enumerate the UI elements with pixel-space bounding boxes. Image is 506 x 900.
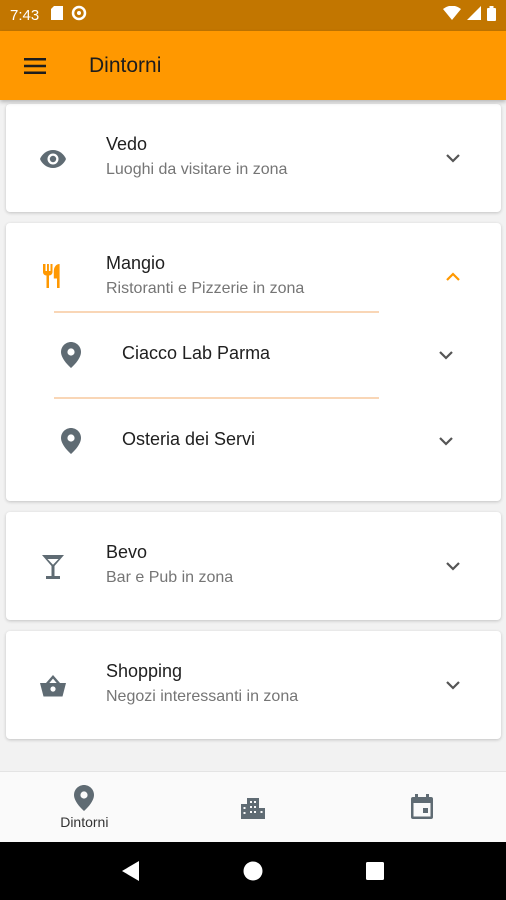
section-title: Vedo xyxy=(106,134,148,154)
bottom-navigation: Dintorni xyxy=(0,771,506,842)
calendar-icon xyxy=(410,794,433,819)
list-item-ciacco-lab-parma[interactable]: Ciacco Lab Parma xyxy=(6,320,501,390)
wifi-icon xyxy=(443,5,461,25)
section-subtitle: Bar e Pub in zona xyxy=(106,569,234,586)
chevron-up-icon xyxy=(441,265,465,289)
basket-icon xyxy=(38,671,68,701)
home-circle-icon xyxy=(243,861,263,881)
restaurant-icon xyxy=(38,261,68,291)
section-card-bevo: Bevo Bar e Pub in zona xyxy=(6,512,501,620)
signal-icon xyxy=(467,6,481,25)
sd-card-icon xyxy=(51,6,64,25)
divider xyxy=(54,311,379,313)
chevron-down-icon xyxy=(441,146,465,170)
section-title: Mangio xyxy=(106,253,166,273)
divider xyxy=(54,397,379,399)
location-pin-icon xyxy=(61,428,81,459)
menu-button[interactable] xyxy=(0,31,70,100)
hamburger-menu-icon xyxy=(24,57,46,74)
app-bar: Dintorni xyxy=(0,31,506,100)
city-icon xyxy=(241,798,265,819)
recents-square-icon xyxy=(366,862,385,880)
nav-item-dintorni[interactable]: Dintorni xyxy=(0,772,169,842)
data-saver-icon xyxy=(71,5,87,26)
nav-item-city[interactable] xyxy=(169,772,338,842)
section-subtitle: Ristoranti e Pizzerie in zona xyxy=(106,280,305,297)
section-subtitle: Luoghi da visitare in zona xyxy=(106,161,288,178)
location-pin-icon xyxy=(74,784,95,811)
chevron-down-icon xyxy=(441,554,465,578)
status-time: 7:43 xyxy=(10,7,40,24)
back-button[interactable] xyxy=(121,860,141,882)
section-title: Bevo xyxy=(106,542,148,562)
battery-icon xyxy=(487,5,496,26)
section-header-bevo[interactable]: Bevo Bar e Pub in zona xyxy=(6,512,501,620)
section-header-mangio[interactable]: Mangio Ristoranti e Pizzerie in zona xyxy=(6,223,501,311)
nav-item-label: Dintorni xyxy=(60,813,109,830)
section-card-vedo: Vedo Luoghi da visitare in zona xyxy=(6,104,501,212)
location-pin-icon xyxy=(61,342,81,373)
section-subtitle: Negozi interessanti in zona xyxy=(106,688,299,705)
page-title: Dintorni xyxy=(89,53,162,77)
section-header-vedo[interactable]: Vedo Luoghi da visitare in zona xyxy=(6,104,501,212)
chevron-down-icon xyxy=(434,343,458,367)
system-navigation-bar xyxy=(0,842,506,900)
nav-item-calendar[interactable] xyxy=(337,772,506,842)
list-item-label: Osteria dei Servi xyxy=(122,429,256,449)
chevron-down-icon xyxy=(441,673,465,697)
cocktail-icon xyxy=(38,552,68,582)
chevron-down-icon xyxy=(434,429,458,453)
back-triangle-icon xyxy=(121,861,139,881)
eye-icon xyxy=(38,144,68,174)
section-card-shopping: Shopping Negozi interessanti in zona xyxy=(6,631,501,739)
section-header-shopping[interactable]: Shopping Negozi interessanti in zona xyxy=(6,631,501,739)
home-button[interactable] xyxy=(242,860,264,882)
recents-button[interactable] xyxy=(365,861,385,881)
list-item-label: Ciacco Lab Parma xyxy=(122,343,271,363)
status-bar: 7:43 xyxy=(0,0,506,31)
list-item-osteria-dei-servi[interactable]: Osteria dei Servi xyxy=(6,406,501,476)
section-title: Shopping xyxy=(106,661,183,681)
section-card-mangio: Mangio Ristoranti e Pizzerie in zona Cia… xyxy=(6,223,501,501)
